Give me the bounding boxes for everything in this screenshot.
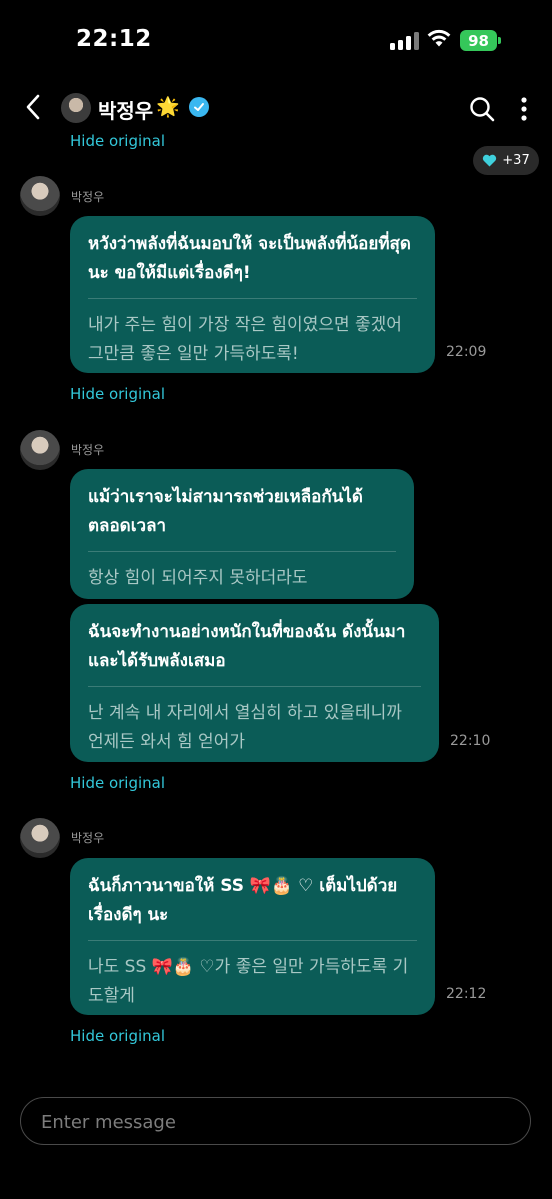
message-input[interactable]: [39, 1098, 513, 1146]
translated-text: 나도 SS 🎀🎂 ♡가 좋은 일만 가득하도록 기도할게: [88, 957, 409, 1006]
reaction-count: +37: [502, 153, 530, 168]
message-time: 22:12: [446, 986, 487, 1002]
sender-name: 박정우: [71, 190, 105, 204]
message-bubble[interactable]: ฉันจะทำงานอย่างหนักในที่ของฉัน ดังนั้นมา…: [70, 604, 439, 762]
message-input-box: [20, 1097, 531, 1146]
sender-avatar[interactable]: [20, 430, 60, 470]
reaction-pill[interactable]: +37: [473, 146, 539, 175]
header-avatar[interactable]: [61, 93, 91, 123]
message-time: 22:10: [450, 733, 491, 749]
sender-avatar[interactable]: [20, 818, 60, 858]
verified-badge-icon: [189, 97, 209, 117]
more-options-icon[interactable]: [520, 96, 528, 122]
chat-header: 박정우 🌟: [0, 82, 552, 134]
message-bubble[interactable]: แม้ว่าเราจะไม่สามารถช่วยเหลือกันได้ตลอดเ…: [70, 469, 414, 599]
battery-icon: 98: [460, 30, 497, 51]
message-bubble[interactable]: หวังว่าพลังที่ฉันมอบให้ จะเป็นพลังที่น้อ…: [70, 216, 435, 373]
status-bar: 22:12 98: [0, 0, 552, 80]
cellular-signal-icon: [390, 31, 419, 50]
translated-text: 항상 힘이 되어주지 못하더라도: [88, 568, 308, 588]
bubble-divider: [88, 298, 417, 299]
bubble-divider: [88, 940, 417, 941]
back-arrow-icon[interactable]: [22, 92, 44, 122]
original-text: หวังว่าพลังที่ฉันมอบให้ จะเป็นพลังที่น้อ…: [88, 234, 411, 283]
message-time: 22:09: [446, 344, 487, 360]
wifi-icon: [427, 29, 451, 47]
search-icon[interactable]: [468, 95, 496, 123]
battery-tip: [498, 37, 501, 44]
hide-original-link[interactable]: Hide original: [70, 385, 165, 403]
hide-original-link[interactable]: Hide original: [70, 774, 165, 792]
translated-text: 난 계속 내 자리에서 열심히 하고 있을테니까 언제든 와서 힘 얻어가: [88, 703, 402, 752]
sender-name: 박정우: [71, 831, 105, 845]
hide-original-link[interactable]: Hide original: [70, 132, 165, 150]
message-bubble[interactable]: ฉันก็ภาวนาขอให้ SS 🎀🎂 ♡ เต็มไปด้วยเรื่อง…: [70, 858, 435, 1015]
heart-icon: [483, 154, 497, 167]
hide-original-link[interactable]: Hide original: [70, 1027, 165, 1045]
original-text: ฉันก็ภาวนาขอให้ SS 🎀🎂 ♡ เต็มไปด้วยเรื่อง…: [88, 876, 398, 925]
original-text: ฉันจะทำงานอย่างหนักในที่ของฉัน ดังนั้นมา…: [88, 622, 406, 671]
bubble-divider: [88, 686, 421, 687]
sender-avatar[interactable]: [20, 176, 60, 216]
sender-name: 박정우: [71, 443, 105, 457]
chat-title: 박정우: [98, 99, 154, 123]
original-text: แม้ว่าเราจะไม่สามารถช่วยเหลือกันได้ตลอดเ…: [88, 487, 363, 536]
translated-text: 내가 주는 힘이 가장 작은 힘이였으면 좋겠어 그만큼 좋은 일만 가득하도록…: [88, 315, 402, 364]
status-time: 22:12: [76, 26, 152, 52]
battery-level: 98: [468, 31, 489, 50]
star-badge: 🌟: [156, 96, 180, 118]
bubble-divider: [88, 551, 396, 552]
